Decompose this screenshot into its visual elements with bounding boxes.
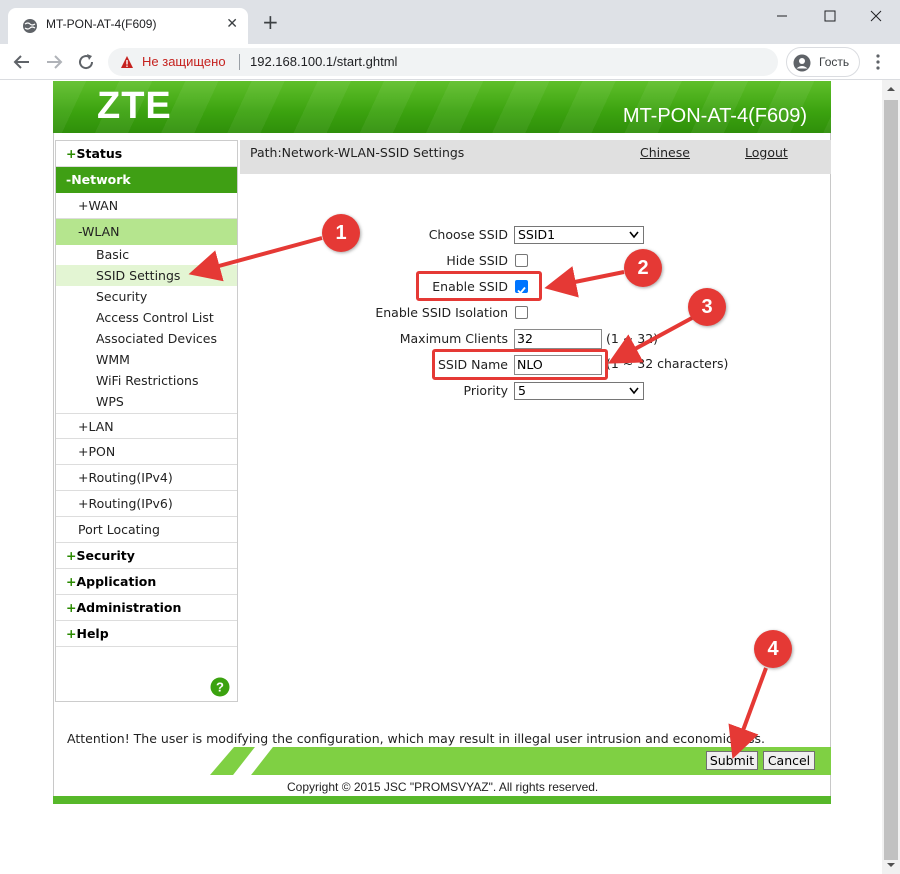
sidebar-item-status[interactable]: +Status [56,141,237,167]
choose-ssid-select[interactable]: SSID1 [514,226,644,244]
sidebar-item-administration[interactable]: +Administration [56,595,237,621]
close-icon[interactable] [866,6,886,26]
reload-icon[interactable] [74,50,98,74]
sidebar-item-associated-devices[interactable]: Associated Devices [56,328,237,349]
priority-label: Priority [463,383,509,398]
router-header: ZTE MT-PON-AT-4(F609) [53,81,831,133]
device-model: MT-PON-AT-4(F609) [622,105,807,127]
logout-link[interactable]: Logout [745,145,788,160]
checkmark-icon [517,286,526,295]
enable-ssid-checkbox[interactable] [515,280,528,295]
sidebar-item-lan[interactable]: +LAN [56,413,237,439]
attention-message: Attention! The user is modifying the con… [67,731,766,746]
choose-ssid-label: Choose SSID [428,227,508,242]
hide-ssid-checkbox[interactable] [515,254,528,267]
ssid-name-hint: (1 ~ 32 characters) [606,356,729,371]
sidebar-item-help[interactable]: +Help [56,621,237,647]
sidebar-item-wlan[interactable]: -WLAN [56,219,237,245]
cancel-button[interactable]: Cancel [763,751,815,770]
not-secure-label[interactable]: Не защищено [142,54,226,69]
ssid-isolation-checkbox[interactable] [515,306,528,319]
address-divider [239,54,240,70]
tab-title: MT-PON-AT-4(F609) [46,17,157,31]
sidebar-item-pon[interactable]: +PON [56,439,237,465]
chinese-link[interactable]: Chinese [640,145,690,160]
sidebar: +Status -Network +WAN -WLAN Basic SSID S… [55,140,238,702]
sidebar-item-access-control-list[interactable]: Access Control List [56,307,237,328]
chevron-down-icon [629,387,639,395]
maximize-icon[interactable] [820,6,840,26]
profile-button[interactable]: Гость [786,47,860,77]
scroll-thumb[interactable] [884,100,898,860]
sidebar-item-wmm[interactable]: WMM [56,349,237,370]
hide-ssid-label: Hide SSID [446,253,508,268]
sidebar-item-basic[interactable]: Basic [56,244,237,265]
button-bar: Submit Cancel [210,747,831,775]
copyright: Copyright © 2015 JSC "PROMSVYAZ". All ri… [287,780,599,794]
sidebar-item-network[interactable]: -Network [56,167,237,193]
scroll-up-icon[interactable] [886,84,896,94]
scroll-down-icon[interactable] [886,860,896,870]
browser-toolbar: Не защищено 192.168.100.1/start.ghtml Го… [0,44,900,80]
enable-ssid-label: Enable SSID [432,279,508,294]
browser-tab-strip: MT-PON-AT-4(F609) ✕ + [0,0,900,44]
sidebar-item-ssid-settings[interactable]: SSID Settings [56,265,237,286]
url-text[interactable]: 192.168.100.1/start.ghtml [250,54,397,69]
submit-button[interactable]: Submit [706,751,758,770]
sidebar-item-security-wlan[interactable]: Security [56,286,237,307]
forward-arrow-icon[interactable] [42,50,66,74]
max-clients-input[interactable]: 32 [514,329,602,349]
priority-select[interactable]: 5 [514,382,644,400]
help-icon[interactable]: ? [210,677,230,697]
path-bar: Path:Network-WLAN-SSID Settings Chinese … [240,140,831,174]
svg-text:?: ? [216,680,224,695]
sidebar-item-wps[interactable]: WPS [56,391,237,412]
ssid-name-label: SSID Name [437,357,508,372]
ssid-name-input[interactable]: NLO [514,355,602,375]
ssid-isolation-label: Enable SSID Isolation [375,305,508,320]
warning-triangle-icon [121,56,133,68]
address-bar[interactable]: Не защищено 192.168.100.1/start.ghtml [108,48,778,76]
page-scrollbar[interactable] [882,80,900,874]
browser-tab[interactable]: MT-PON-AT-4(F609) ✕ [8,8,248,44]
breadcrumb: Path:Network-WLAN-SSID Settings [250,145,465,160]
tab-close-icon[interactable]: ✕ [226,16,238,32]
max-clients-label: Maximum Clients [399,331,508,346]
sidebar-item-security[interactable]: +Security [56,543,237,569]
back-arrow-icon[interactable] [10,50,34,74]
sidebar-item-routing-ipv4[interactable]: +Routing(IPv4) [56,465,237,491]
globe-icon [23,19,37,33]
profile-icon [793,54,811,72]
sidebar-item-application[interactable]: +Application [56,569,237,595]
minimize-icon[interactable] [772,6,792,26]
profile-label: Гость [819,55,850,69]
chevron-down-icon [629,231,639,239]
footer-divider [53,796,831,804]
zte-logo: ZTE [97,85,172,127]
page-viewport: ZTE MT-PON-AT-4(F609) +Status -Network +… [0,80,882,874]
sidebar-item-port-locating[interactable]: Port Locating [56,517,237,543]
sidebar-item-routing-ipv6[interactable]: +Routing(IPv6) [56,491,237,517]
max-clients-hint: (1 ~ 32) [606,331,659,346]
kebab-menu-icon[interactable] [870,52,886,72]
sidebar-item-wan[interactable]: +WAN [56,193,237,219]
new-tab-button[interactable]: + [262,12,279,32]
sidebar-item-wifi-restrictions[interactable]: WiFi Restrictions [56,370,237,391]
